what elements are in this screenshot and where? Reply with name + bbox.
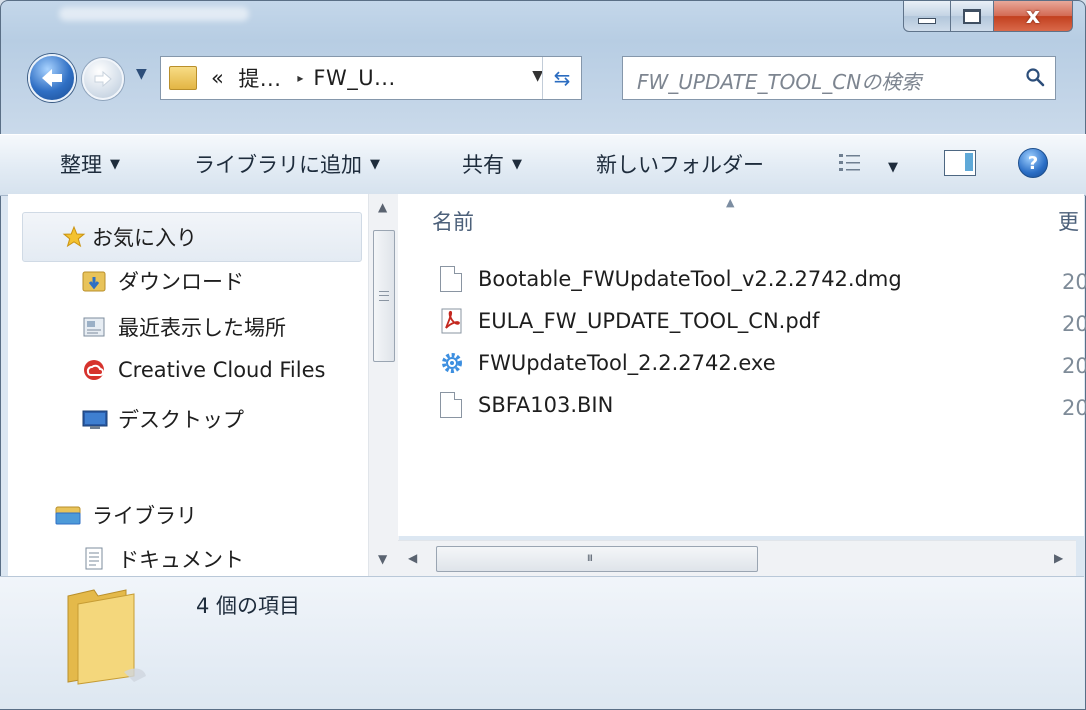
downloads-folder-icon (82, 271, 106, 292)
maximize-button[interactable] (951, 1, 994, 32)
sidebar-item-favorites[interactable]: お気に入り (62, 222, 197, 252)
scroll-right-icon[interactable]: ▶ (1054, 551, 1063, 565)
sidebar-item-label: ライブラリ (92, 504, 197, 528)
pdf-icon (441, 308, 462, 334)
add-to-library-label: ライブラリに追加 (194, 153, 362, 177)
file-name: SBFA103.BIN (478, 393, 614, 417)
file-list-horizontal-scrollbar[interactable]: ◀ III ▶ (398, 540, 1076, 577)
gear-exe-icon (442, 353, 462, 373)
search-box[interactable]: FW_UPDATE_TOOL_CNの検索 (622, 56, 1056, 100)
sidebar-item-creative-cloud[interactable]: Creative Cloud Files (82, 358, 325, 382)
sidebar-item-label: ドキュメント (118, 548, 244, 572)
minimize-icon (918, 18, 936, 24)
file-date: 20 (1062, 270, 1086, 294)
new-folder-label: 新しいフォルダー (596, 153, 764, 177)
documents-icon (85, 547, 103, 570)
file-row[interactable]: Bootable_FWUpdateTool_v2.2.2742.dmg (440, 266, 902, 292)
preview-pane-icon[interactable] (944, 150, 976, 176)
file-name: Bootable_FWUpdateTool_v2.2.2742.dmg (478, 267, 902, 291)
sidebar-item-label: 最近表示した場所 (118, 316, 286, 340)
breadcrumb-separator-icon[interactable]: ▸ (297, 71, 303, 85)
navigation-pane-scrollbar[interactable]: ▲ ▼ (368, 194, 399, 576)
window-title-blurred (59, 7, 249, 21)
scrollbar-thumb[interactable] (373, 230, 395, 362)
desktop-icon (82, 410, 108, 429)
chevron-down-icon: ▼ (512, 156, 522, 172)
sidebar-item-label: Creative Cloud Files (118, 358, 326, 382)
maximize-icon (963, 8, 981, 24)
refresh-icon: ⇆ (553, 66, 571, 90)
file-name: EULA_FW_UPDATE_TOOL_CN.pdf (478, 309, 820, 333)
organize-button[interactable]: 整理 ▼ (60, 149, 120, 179)
forward-button[interactable] (82, 58, 124, 100)
close-button[interactable]: x (994, 1, 1073, 32)
file-date: 20 (1062, 396, 1086, 420)
sidebar-item-downloads[interactable]: ダウンロード (82, 266, 244, 296)
scroll-up-icon[interactable]: ▲ (378, 200, 387, 214)
file-date: 20 (1062, 312, 1086, 336)
creative-cloud-icon (84, 360, 104, 380)
recent-pages-dropdown-icon[interactable]: ▼ (136, 66, 147, 82)
organize-label: 整理 (60, 153, 102, 177)
sidebar-item-label: デスクトップ (118, 408, 244, 432)
sidebar-item-recent[interactable]: 最近表示した場所 (82, 312, 286, 342)
column-header-modified[interactable]: 更 (1058, 206, 1079, 236)
file-name: FWUpdateTool_2.2.2742.exe (478, 351, 776, 375)
item-count: 4 個の項目 (196, 594, 301, 618)
star-icon (62, 225, 86, 248)
share-button[interactable]: 共有 ▼ (462, 149, 522, 179)
scroll-left-icon[interactable]: ◀ (408, 551, 417, 565)
chevron-down-icon: ▼ (110, 156, 120, 172)
folder-icon (169, 66, 197, 90)
breadcrumb-parent[interactable]: 提... (238, 63, 281, 93)
back-button[interactable] (28, 54, 76, 102)
scrollbar-thumb[interactable]: III (436, 546, 758, 572)
generic-file-icon (440, 392, 464, 418)
command-bar: 整理 ▼ ライブラリに追加 ▼ 共有 ▼ 新しいフォルダー (0, 134, 1086, 196)
library-icon (55, 506, 81, 525)
sidebar-item-desktop[interactable]: デスクトップ (82, 404, 244, 434)
details-pane (0, 576, 1084, 709)
address-bar[interactable]: « 提... ▸ FW_U... ▼ ⇆ (160, 56, 582, 100)
refresh-button[interactable]: ⇆ (542, 57, 581, 99)
share-label: 共有 (462, 153, 504, 177)
chevron-down-icon: ▼ (370, 156, 380, 172)
file-row[interactable]: FWUpdateTool_2.2.2742.exe (440, 350, 776, 376)
arrow-right-icon (94, 70, 112, 88)
help-icon[interactable]: ? (1018, 148, 1048, 178)
file-row[interactable]: SBFA103.BIN (440, 392, 613, 418)
view-dropdown-icon[interactable]: ▼ (888, 160, 898, 175)
generic-file-icon (440, 266, 464, 292)
new-folder-button[interactable]: 新しいフォルダー (596, 149, 764, 179)
column-header-name[interactable]: 名前 (432, 206, 474, 236)
sort-ascending-icon: ▲ (726, 196, 735, 209)
sidebar-item-documents[interactable]: ドキュメント (82, 544, 244, 574)
minimize-button[interactable] (903, 1, 951, 32)
file-row[interactable]: EULA_FW_UPDATE_TOOL_CN.pdf (440, 308, 819, 334)
scroll-down-icon[interactable]: ▼ (378, 552, 387, 566)
add-to-library-button[interactable]: ライブラリに追加 ▼ (194, 149, 380, 179)
sidebar-item-libraries[interactable]: ライブラリ (54, 500, 197, 530)
sidebar-item-label: ダウンロード (118, 270, 244, 294)
arrow-left-icon (42, 69, 62, 87)
caption-buttons: x (903, 1, 1073, 32)
close-icon: x (1025, 3, 1041, 29)
grip-icon: III (587, 554, 593, 564)
view-options-icon[interactable] (838, 152, 862, 174)
breadcrumb-overflow[interactable]: « (211, 66, 224, 90)
title-bar[interactable]: x (1, 1, 1085, 45)
recent-places-icon (83, 317, 105, 337)
folder-icon (67, 589, 146, 685)
file-date: 20 (1062, 354, 1086, 378)
search-icon[interactable] (1025, 67, 1045, 87)
sidebar-item-label: お気に入り (92, 226, 197, 250)
search-placeholder: FW_UPDATE_TOOL_CNの検索 (637, 70, 922, 94)
grip-icon (379, 291, 389, 301)
breadcrumb-current[interactable]: FW_U... (313, 66, 395, 90)
